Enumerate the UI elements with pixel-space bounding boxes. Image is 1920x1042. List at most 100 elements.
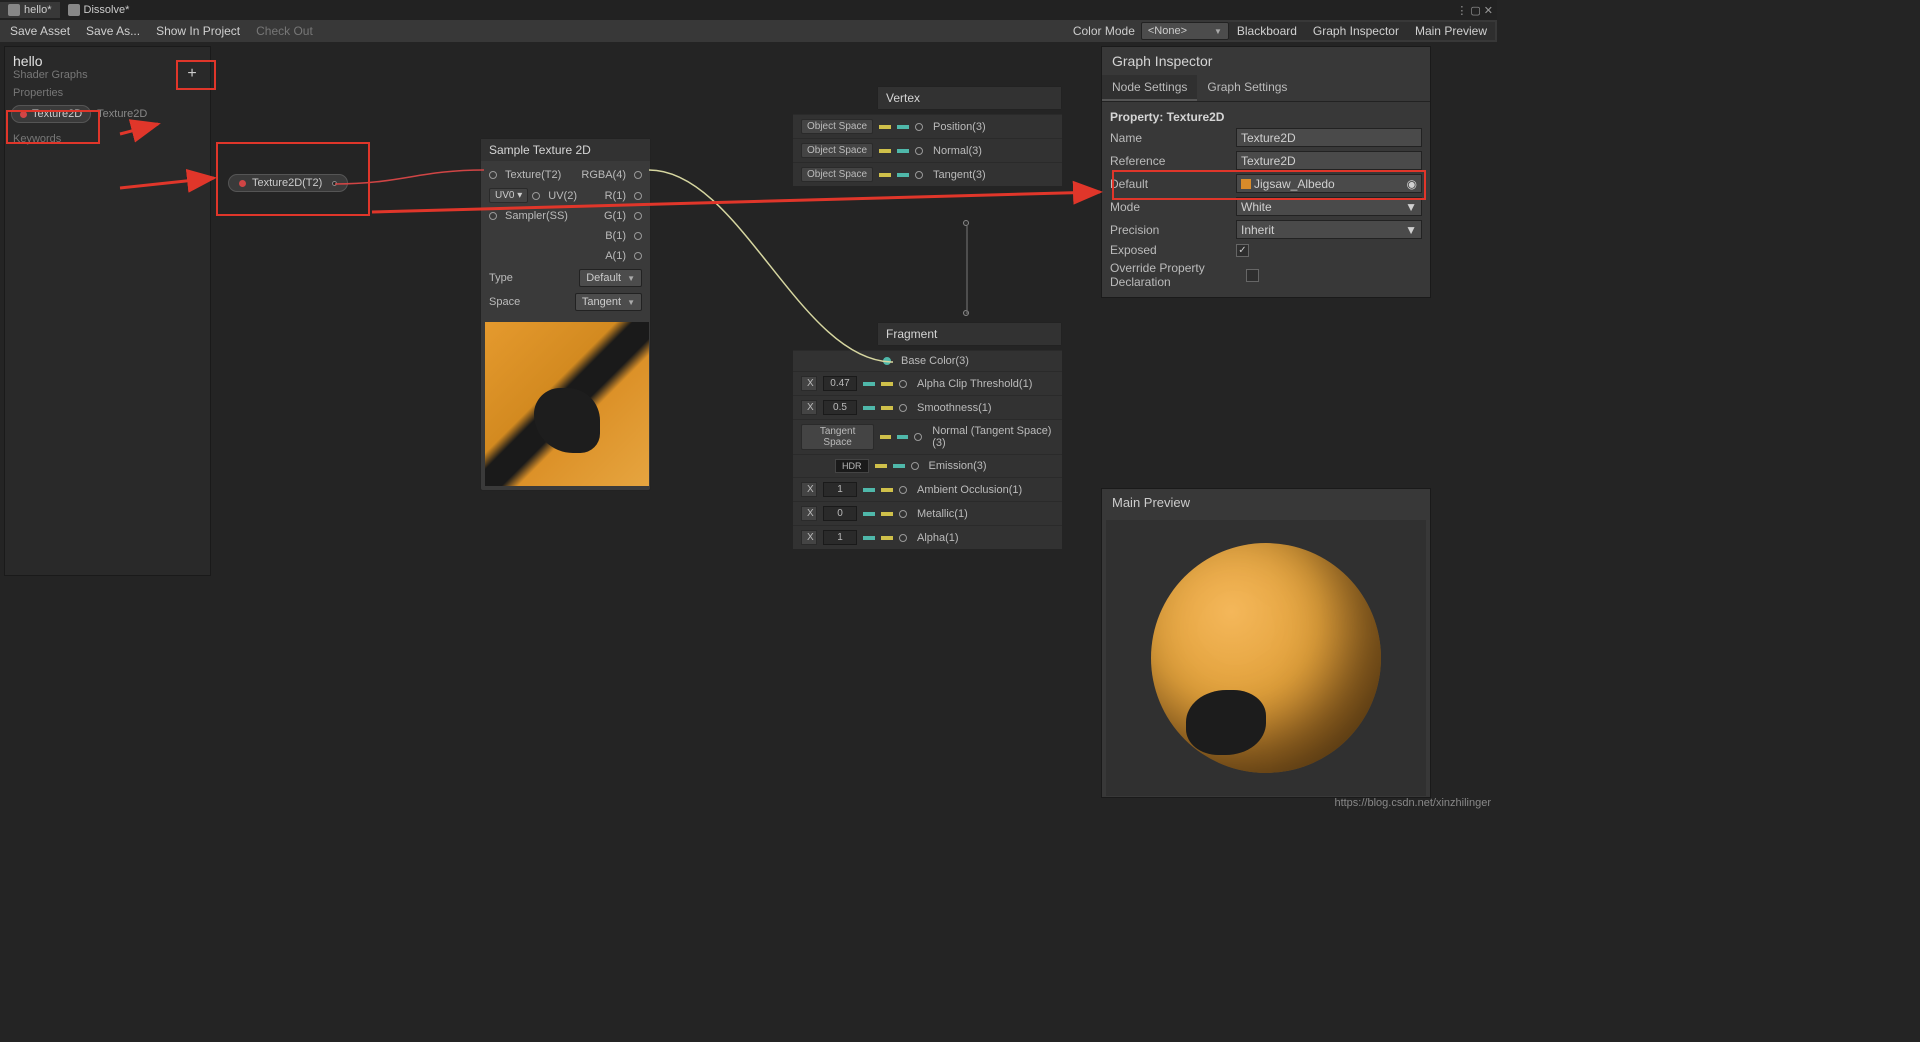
preview-viewport[interactable]	[1106, 520, 1426, 796]
blackboard-subtitle: Shader Graphs	[13, 69, 202, 81]
save-as-button[interactable]: Save As...	[78, 22, 148, 40]
property-node-texture2d[interactable]: Texture2D(T2)	[228, 174, 348, 192]
output-port[interactable]	[634, 252, 642, 260]
maximize-icon[interactable]: ▢	[1470, 4, 1480, 17]
input-port[interactable]	[899, 486, 907, 494]
input-port[interactable]	[883, 357, 891, 365]
fragment-input-metallic[interactable]: X 0 Metallic(1)	[793, 501, 1062, 525]
input-port[interactable]	[899, 380, 907, 388]
alpha-field[interactable]: 1	[823, 530, 857, 545]
tab-graph-settings[interactable]: Graph Settings	[1197, 75, 1297, 101]
toolbar: Save Asset Save As... Show In Project Ch…	[0, 20, 1497, 42]
input-port[interactable]	[915, 123, 923, 131]
blackboard-title: hello	[13, 53, 202, 69]
show-in-project-button[interactable]: Show In Project	[148, 22, 248, 40]
input-port[interactable]	[489, 171, 497, 179]
object-picker-icon[interactable]: ◉	[1407, 177, 1417, 191]
output-port[interactable]	[634, 171, 642, 179]
fragment-input-basecolor[interactable]: Base Color(3)	[793, 350, 1062, 371]
color-mode-label: Color Mode	[1067, 24, 1141, 38]
type-dot-icon	[20, 111, 27, 118]
blackboard-panel[interactable]: hello Shader Graphs + Properties Texture…	[4, 46, 211, 576]
ao-field[interactable]: 1	[823, 482, 857, 497]
precision-select[interactable]: Inherit▼	[1236, 220, 1422, 239]
input-port[interactable]	[532, 192, 540, 200]
chevron-down-icon: ▼	[1214, 27, 1222, 36]
input-port[interactable]	[899, 404, 907, 412]
texture-icon	[1241, 179, 1251, 189]
name-field[interactable]: Texture2D	[1236, 128, 1422, 147]
close-icon[interactable]: ✕	[1484, 4, 1493, 17]
main-preview-button[interactable]: Main Preview	[1407, 22, 1495, 40]
fragment-input-normal[interactable]: Tangent Space Normal (Tangent Space)(3)	[793, 419, 1062, 454]
alpha-clip-field[interactable]: 0.47	[823, 376, 857, 391]
input-port[interactable]	[911, 462, 919, 470]
input-port[interactable]	[899, 534, 907, 542]
default-field[interactable]: Jigsaw_Albedo ◉	[1236, 174, 1422, 193]
space-select[interactable]: Tangent▼	[575, 293, 642, 311]
add-property-button[interactable]: +	[182, 65, 202, 85]
metallic-field[interactable]: 0	[823, 506, 857, 521]
fragment-input-smoothness[interactable]: X 0.5 Smoothness(1)	[793, 395, 1062, 419]
prop-override-row: Override Property Declaration	[1110, 259, 1422, 291]
vertex-stem	[963, 220, 969, 226]
tab-label: hello*	[24, 4, 52, 16]
vertex-input-position[interactable]: Object Space Position(3)	[793, 114, 1062, 138]
inspector-title: Graph Inspector	[1102, 47, 1430, 75]
vertex-master-node[interactable]: Vertex	[877, 86, 1062, 110]
fragment-input-alpha[interactable]: X 1 Alpha(1)	[793, 525, 1062, 549]
fragment-input-emission[interactable]: HDR Emission(3)	[793, 454, 1062, 477]
fragment-master-node[interactable]: Fragment	[877, 322, 1062, 346]
fragment-input-ao[interactable]: X 1 Ambient Occlusion(1)	[793, 477, 1062, 501]
uv-dropdown[interactable]: UV0 ▾	[489, 188, 528, 203]
prop-exposed-row: Exposed ✓	[1110, 241, 1422, 259]
input-port[interactable]	[915, 147, 923, 155]
shader-icon	[68, 4, 80, 16]
reference-field[interactable]: Texture2D	[1236, 151, 1422, 170]
vertex-input-normal[interactable]: Object Space Normal(3)	[793, 138, 1062, 162]
type-select[interactable]: Default▼	[579, 269, 642, 287]
property-pill-texture2d[interactable]: Texture2D	[11, 105, 91, 123]
node-title[interactable]: Sample Texture 2D	[481, 139, 650, 161]
node-preview	[485, 322, 649, 486]
smoothness-field[interactable]: 0.5	[823, 400, 857, 415]
tab-label: Dissolve*	[84, 4, 130, 16]
graph-canvas[interactable]: hello Shader Graphs + Properties Texture…	[0, 42, 1497, 812]
override-checkbox[interactable]	[1246, 269, 1259, 282]
output-port[interactable]	[634, 232, 642, 240]
graph-inspector-button[interactable]: Graph Inspector	[1305, 22, 1407, 40]
input-port[interactable]	[489, 212, 497, 220]
window-tabs: hello* Dissolve* ⋮ ▢ ✕	[0, 0, 1497, 20]
output-port[interactable]	[634, 192, 642, 200]
input-port[interactable]	[915, 171, 923, 179]
shader-icon	[8, 4, 20, 16]
tab-hello[interactable]: hello*	[0, 2, 60, 18]
exposed-checkbox[interactable]: ✓	[1236, 244, 1249, 257]
sample-texture2d-node[interactable]: Sample Texture 2D Texture(T2) RGBA(4) UV…	[480, 138, 651, 491]
main-preview-panel[interactable]: Main Preview	[1101, 488, 1431, 798]
tab-node-settings[interactable]: Node Settings	[1102, 75, 1197, 101]
color-mode-select[interactable]: <None> ▼	[1141, 22, 1229, 40]
save-asset-button[interactable]: Save Asset	[2, 22, 78, 40]
prop-mode-row: Mode White▼	[1110, 195, 1422, 218]
properties-header: Properties	[5, 83, 210, 103]
tab-dissolve[interactable]: Dissolve*	[60, 2, 138, 18]
vertex-input-tangent[interactable]: Object Space Tangent(3)	[793, 162, 1062, 186]
fragment-title[interactable]: Fragment	[878, 323, 1061, 345]
vertex-title[interactable]: Vertex	[878, 87, 1061, 109]
input-port[interactable]	[914, 433, 922, 441]
property-type-label: Texture2D	[97, 108, 147, 120]
output-port[interactable]	[332, 181, 337, 186]
fragment-stem	[963, 310, 969, 316]
blackboard-button[interactable]: Blackboard	[1229, 22, 1305, 40]
window-controls: ⋮ ▢ ✕	[1456, 4, 1493, 17]
type-dot-icon	[239, 180, 246, 187]
graph-inspector-panel[interactable]: Graph Inspector Node Settings Graph Sett…	[1101, 46, 1431, 298]
check-out-button[interactable]: Check Out	[248, 22, 321, 40]
fragment-input-alphaclip[interactable]: X 0.47 Alpha Clip Threshold(1)	[793, 371, 1062, 395]
output-port[interactable]	[634, 212, 642, 220]
fragment-rows: Base Color(3) X 0.47 Alpha Clip Threshol…	[793, 350, 1062, 549]
menu-icon[interactable]: ⋮	[1456, 4, 1467, 17]
mode-select[interactable]: White▼	[1236, 197, 1422, 216]
input-port[interactable]	[899, 510, 907, 518]
